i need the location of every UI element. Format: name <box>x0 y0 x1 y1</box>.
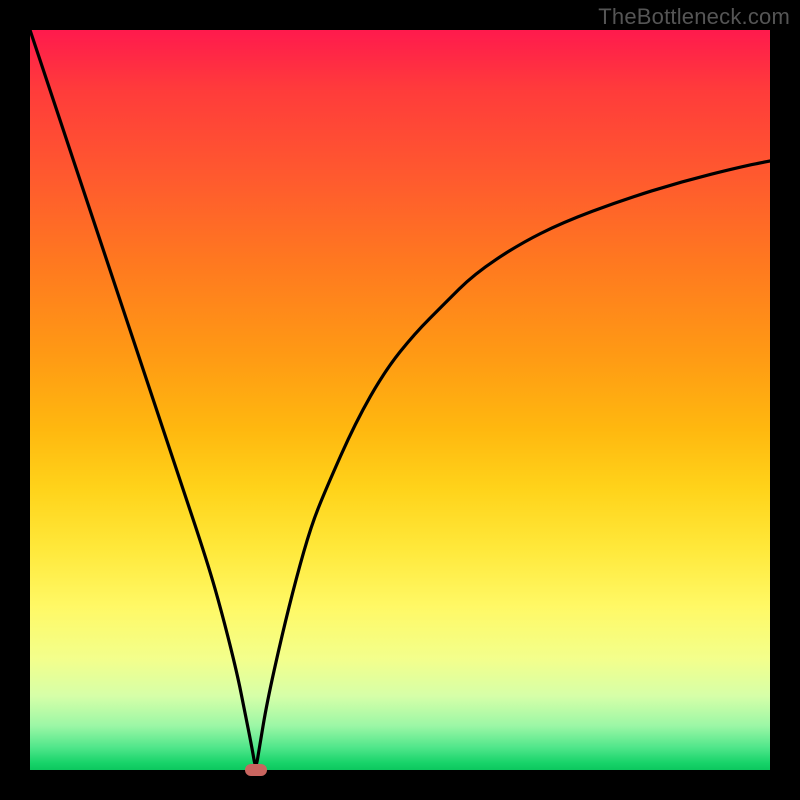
min-point-marker <box>245 764 267 776</box>
watermark-text: TheBottleneck.com <box>598 4 790 30</box>
curve-svg <box>30 30 770 770</box>
bottleneck-curve-path <box>30 30 770 764</box>
chart-frame: TheBottleneck.com <box>0 0 800 800</box>
plot-area <box>30 30 770 770</box>
